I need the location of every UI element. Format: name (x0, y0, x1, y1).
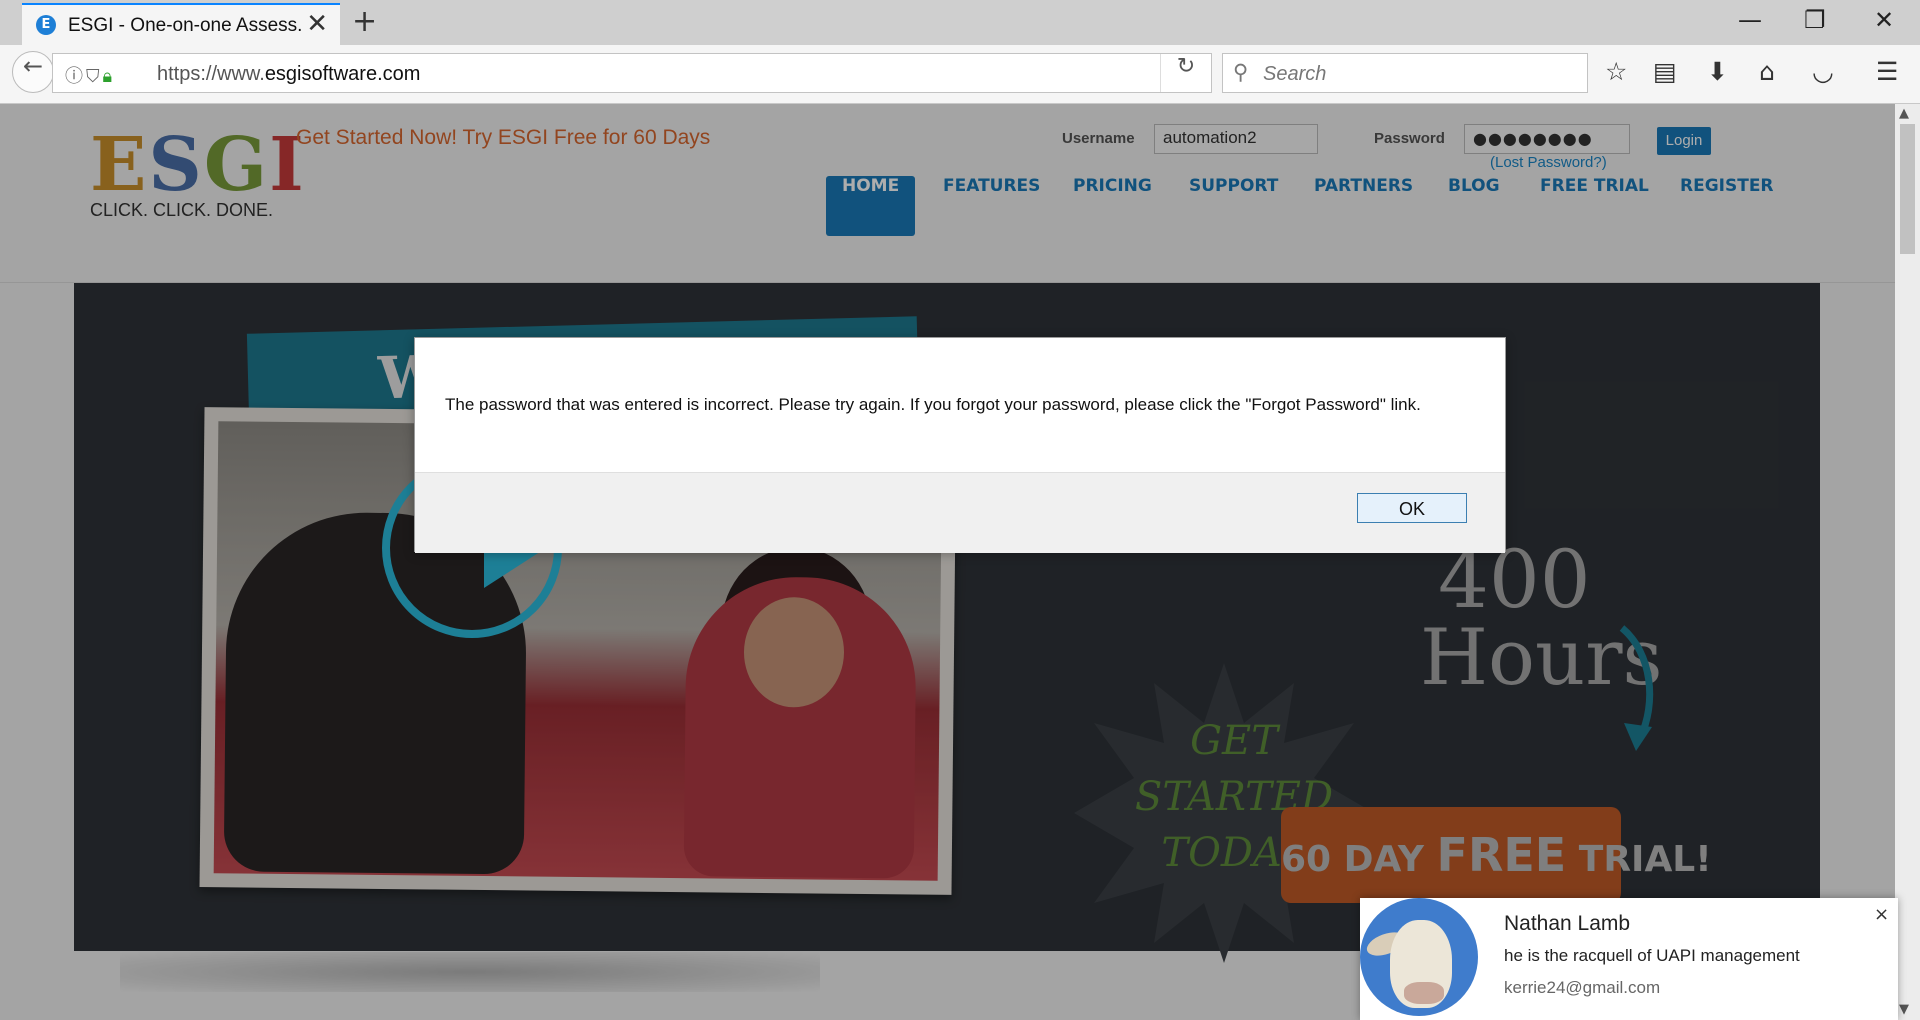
address-bar[interactable]: ⓘ⛉🔒︎ https://www.esgisoftware.com ↻ (52, 53, 1212, 93)
menu-icon[interactable]: ☰ (1876, 57, 1898, 86)
back-arrow-icon[interactable]: ← (12, 51, 54, 93)
scroll-thumb[interactable] (1900, 124, 1915, 254)
search-placeholder: Search (1263, 63, 1327, 85)
reading-list-icon[interactable]: ▤ (1653, 57, 1677, 86)
restore-window-icon[interactable]: ❐ (1804, 6, 1826, 34)
lock-icon: 🔒︎ (102, 66, 116, 87)
goat-nose (1404, 982, 1444, 1004)
pocket-icon[interactable]: ◡ (1812, 57, 1834, 86)
modal-overlay (0, 104, 1895, 1020)
downloads-icon[interactable]: ⬇ (1707, 57, 1728, 86)
ok-button[interactable]: OK (1357, 493, 1467, 523)
site-favicon-icon: E (36, 15, 56, 35)
browser-tab-bar: E ESGI - One-on-one Assess... ✕ + — ❐ ✕ (0, 0, 1920, 45)
bookmark-star-icon[interactable]: ☆ (1605, 57, 1627, 86)
site-identity-icons[interactable]: ⓘ⛉🔒︎ (65, 62, 115, 88)
notification-sender: Nathan Lamb (1504, 912, 1631, 935)
dialog-message: The password that was entered is incorre… (445, 395, 1421, 414)
notification-email: kerrie24@gmail.com (1504, 978, 1661, 997)
search-input[interactable]: ⚲ Search (1222, 53, 1588, 93)
close-window-icon[interactable]: ✕ (1874, 6, 1894, 34)
notification-body: he is the racquell of UAPI management (1504, 946, 1800, 965)
url-prefix: https://www. (157, 63, 265, 85)
scroll-down-icon[interactable]: ▼ (1899, 1002, 1909, 1017)
notification-toast[interactable]: Nathan Lamb he is the racquell of UAPI m… (1360, 898, 1898, 1020)
close-tab-icon[interactable]: ✕ (306, 9, 328, 39)
url-domain: esgisoftware.com (264, 63, 421, 85)
page-scrollbar[interactable]: ▲ ▼ (1895, 104, 1920, 1020)
alert-dialog: The password that was entered is incorre… (414, 337, 1506, 553)
url-text[interactable]: https://www.esgisoftware.com (157, 63, 420, 86)
search-icon: ⚲ (1233, 60, 1249, 84)
dialog-footer: OK (415, 472, 1505, 553)
browser-nav-bar: ← ⓘ⛉🔒︎ https://www.esgisoftware.com ↻ ⚲ … (0, 45, 1920, 104)
home-icon[interactable]: ⌂ (1759, 57, 1775, 86)
avatar (1360, 898, 1478, 1016)
minimize-window-icon[interactable]: — (1738, 6, 1762, 34)
reload-icon[interactable]: ↻ (1160, 54, 1211, 92)
close-icon[interactable]: × (1874, 904, 1889, 925)
tab-title: ESGI - One-on-one Assess... (68, 15, 303, 36)
browser-tab[interactable]: E ESGI - One-on-one Assess... ✕ (22, 3, 340, 45)
new-tab-icon[interactable]: + (352, 4, 377, 39)
scroll-up-icon[interactable]: ▲ (1899, 106, 1909, 121)
